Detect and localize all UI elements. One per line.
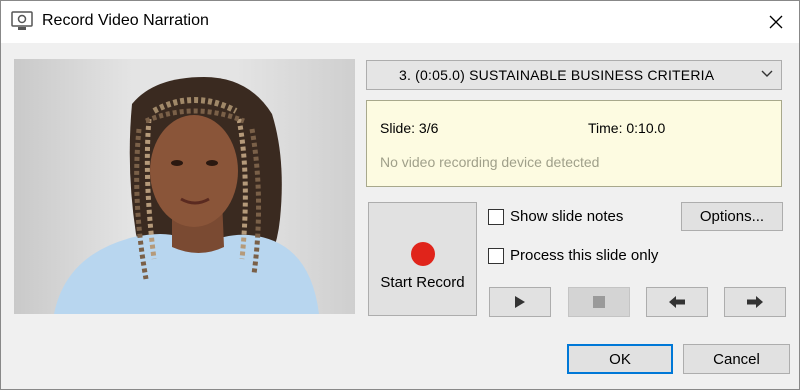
time-readout: Time: 0:10.0 <box>588 120 666 136</box>
info-panel: Slide: 3/6 Time: 0:10.0 No video recordi… <box>366 100 782 187</box>
ok-button[interactable]: OK <box>567 344 673 374</box>
process-slide-only-option[interactable]: Process this slide only <box>488 247 658 264</box>
arrow-left-icon <box>669 296 685 308</box>
slide-select-value: 3. (0:05.0) SUSTAINABLE BUSINESS CRITERI… <box>399 67 715 83</box>
play-icon <box>515 296 525 308</box>
presentation-screen-icon <box>11 11 33 30</box>
presenter-image <box>54 77 319 314</box>
record-video-narration-dialog: Record Video Narration 3. (0:05.0) SUSTA… <box>0 0 800 390</box>
stop-icon <box>593 296 605 308</box>
cancel-button[interactable]: Cancel <box>683 344 790 374</box>
record-dot-icon <box>410 241 435 266</box>
stop-button[interactable] <box>568 287 630 317</box>
show-slide-notes-label: Show slide notes <box>510 208 624 225</box>
arrow-right-icon <box>747 296 763 308</box>
play-button[interactable] <box>489 287 551 317</box>
process-slide-only-checkbox[interactable] <box>488 247 504 264</box>
options-button[interactable]: Options... <box>681 202 783 231</box>
chevron-down-icon <box>761 70 773 77</box>
next-slide-button[interactable] <box>724 287 786 317</box>
device-status-message: No video recording device detected <box>380 154 600 170</box>
show-slide-notes-checkbox[interactable] <box>488 208 504 225</box>
process-slide-only-label: Process this slide only <box>510 247 659 264</box>
slide-counter: Slide: 3/6 <box>380 120 439 136</box>
close-button[interactable] <box>753 1 799 43</box>
close-icon <box>769 15 783 29</box>
show-slide-notes-option[interactable]: Show slide notes <box>488 208 623 225</box>
window-title: Record Video Narration <box>42 12 209 29</box>
start-record-button[interactable]: Start Record <box>368 202 477 316</box>
video-preview <box>14 59 355 314</box>
start-record-label: Start Record <box>380 273 465 291</box>
previous-slide-button[interactable] <box>646 287 708 317</box>
title-bar: Record Video Narration <box>1 1 799 43</box>
slide-select-dropdown[interactable]: 3. (0:05.0) SUSTAINABLE BUSINESS CRITERI… <box>366 60 782 90</box>
